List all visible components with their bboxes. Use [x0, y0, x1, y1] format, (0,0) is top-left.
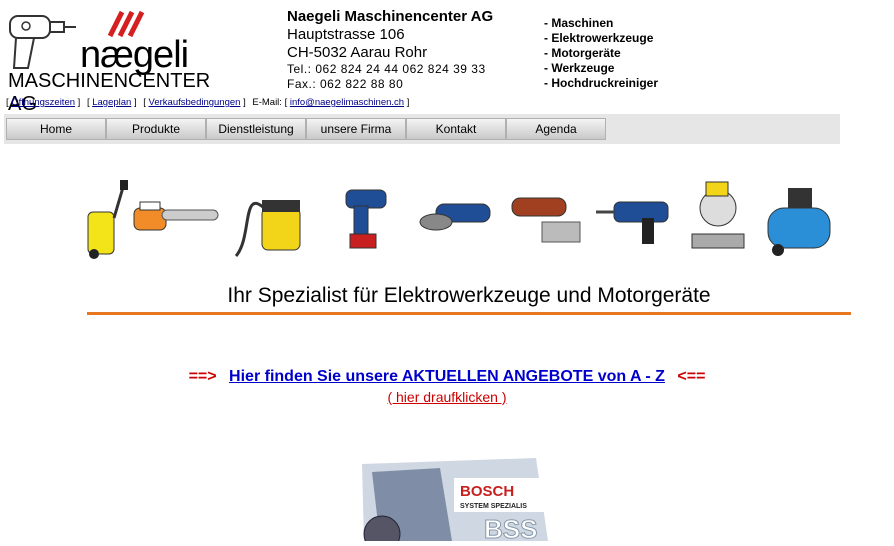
- angle-grinder-image: [419, 203, 491, 231]
- rotary-hammer-image: [596, 201, 669, 244]
- company-fax: Fax.: 062 822 88 80: [287, 77, 404, 91]
- terms-link[interactable]: Verkaufsbedingungen: [149, 97, 241, 108]
- offer-banner: ==> Hier finden Sie unsere AKTUELLEN ANG…: [0, 368, 894, 386]
- left-arrow-text: ==>: [188, 368, 217, 385]
- cordless-drill-image: [345, 189, 387, 249]
- bosch-banner-graphic: BOSCH SYSTEM SPEZIALIS BSS: [360, 458, 550, 546]
- current-offers-link[interactable]: Hier finden Sie unsere AKTUELLEN ANGEBOT…: [229, 368, 665, 385]
- category-item: - Werkzeuge: [544, 61, 615, 75]
- company-street: Hauptstrasse 106: [287, 26, 405, 43]
- click-hint: ( hier draufklicken ): [0, 389, 894, 405]
- miter-saw-image: [691, 181, 745, 249]
- page-headline: Ihr Spezialist für Elektrowerkzeuge und …: [227, 284, 711, 307]
- map-link[interactable]: Lageplan: [92, 97, 131, 108]
- category-item: - Maschinen: [544, 16, 614, 30]
- opening-hours-link[interactable]: Öffnungszeiten: [11, 97, 75, 108]
- nav-contact-button[interactable]: Kontakt: [406, 118, 506, 140]
- vacuum-cleaner-image: [234, 200, 301, 257]
- nav-agenda-button[interactable]: Agenda: [506, 118, 606, 140]
- category-list: - Maschinen - Elektrowerkzeuge - Motorge…: [544, 16, 658, 91]
- nav-home-button[interactable]: Home: [6, 118, 106, 140]
- bosch-brand-text: BOSCH: [460, 483, 514, 500]
- multitool-image: [511, 197, 581, 243]
- email-link[interactable]: info@naegelimaschinen.ch: [290, 97, 404, 108]
- nav-products-button[interactable]: Produkte: [106, 118, 206, 140]
- pressure-washer-image: [87, 180, 128, 259]
- company-phone: Tel.: 062 824 24 44 062 824 39 33: [287, 62, 486, 76]
- compressor-image: [767, 188, 831, 256]
- bosch-tagline-text: SYSTEM SPEZIALIS: [460, 503, 527, 510]
- headline-divider: [87, 312, 851, 315]
- nav-company-button[interactable]: unsere Firma: [306, 118, 406, 140]
- company-address: Naegeli Maschinencenter AG Hauptstrasse …: [287, 8, 527, 92]
- right-arrow-text: <==: [677, 368, 706, 385]
- logo: nægeli MASCHINENCENTER AG: [6, 8, 212, 115]
- logo-subtitle: MASCHINENCENTER AG: [8, 70, 211, 115]
- info-links: [ Öffnungszeiten ] [ Lageplan ] [ Verkau…: [6, 97, 410, 108]
- bss-badge-text: BSS: [484, 514, 537, 541]
- category-item: - Motorgeräte: [544, 46, 621, 60]
- category-item: - Elektrowerkzeuge: [544, 31, 654, 45]
- nav-bar: Home Produkte Dienstleistung unsere Firm…: [4, 114, 840, 144]
- chainsaw-image: [133, 201, 219, 231]
- company-city: CH-5032 Aarau Rohr: [287, 44, 428, 61]
- company-name: Naegeli Maschinencenter AG: [287, 8, 494, 25]
- bosch-banner[interactable]: BOSCH SYSTEM SPEZIALIS BSS: [360, 458, 550, 546]
- email-label: E-Mail:: [252, 97, 282, 108]
- nav-services-button[interactable]: Dienstleistung: [206, 118, 306, 140]
- click-here-link[interactable]: ( hier draufklicken ): [387, 389, 506, 405]
- category-item: - Hochdruckreiniger: [544, 76, 659, 90]
